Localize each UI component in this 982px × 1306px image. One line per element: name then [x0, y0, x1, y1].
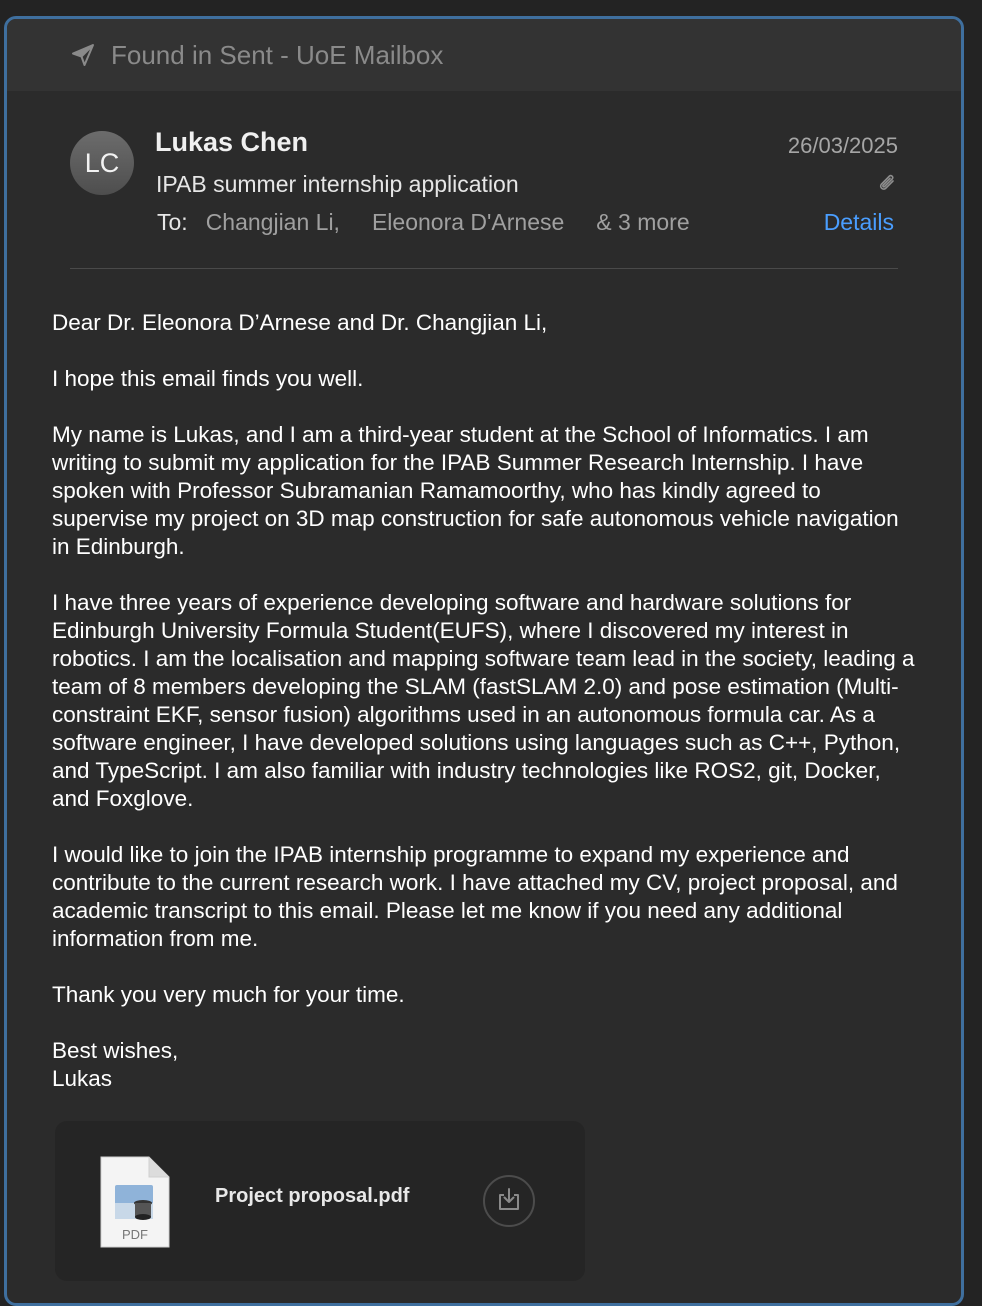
- body-paragraph: I would like to join the IPAB internship…: [52, 842, 898, 951]
- avatar[interactable]: LC: [70, 131, 134, 195]
- banner-text: Found in Sent - UoE Mailbox: [111, 39, 444, 70]
- pdf-type-label: PDF: [122, 1227, 148, 1242]
- subject-line: IPAB summer internship application: [156, 171, 519, 197]
- download-button[interactable]: [483, 1175, 535, 1227]
- pdf-file-icon: PDF: [99, 1155, 171, 1249]
- closing: Best wishes,: [52, 1038, 179, 1063]
- sender-name[interactable]: Lukas Chen: [155, 127, 308, 158]
- to-label: To:: [157, 209, 188, 235]
- recipient-chip[interactable]: Eleonora D'Arnese: [372, 209, 564, 236]
- found-in-banner[interactable]: Found in Sent - UoE Mailbox: [7, 19, 961, 91]
- attachment-file-name[interactable]: Project proposal.pdf: [215, 1185, 409, 1208]
- mail-window: Found in Sent - UoE Mailbox LC Lukas Che…: [4, 16, 964, 1306]
- greeting: Dear Dr. Eleonora D’Arnese and Dr. Chang…: [52, 310, 548, 335]
- message-body: Dear Dr. Eleonora D’Arnese and Dr. Chang…: [7, 271, 961, 1093]
- details-link[interactable]: Details: [824, 209, 894, 236]
- send-arrow-icon: [71, 42, 97, 68]
- download-icon: [496, 1186, 522, 1217]
- message-header: LC Lukas Chen IPAB summer internship app…: [7, 91, 961, 271]
- body-paragraph: My name is Lukas, and I am a third-year …: [52, 422, 899, 559]
- recipients-row: To: Changjian Li, Eleonora D'Arnese & 3 …: [157, 209, 690, 236]
- more-recipients-link[interactable]: & 3 more: [596, 209, 689, 236]
- body-paragraph: I hope this email finds you well.: [52, 366, 364, 391]
- paperclip-icon: [876, 172, 898, 196]
- body-paragraph: I have three years of experience develop…: [52, 590, 915, 811]
- recipient-chip[interactable]: Changjian Li,: [206, 209, 340, 236]
- signature: Lukas: [52, 1066, 113, 1091]
- attachment-card[interactable]: PDF Project proposal.pdf: [55, 1121, 585, 1281]
- message-date: 26/03/2025: [787, 133, 898, 158]
- body-paragraph: Thank you very much for your time.: [52, 982, 405, 1007]
- header-divider: [70, 268, 898, 269]
